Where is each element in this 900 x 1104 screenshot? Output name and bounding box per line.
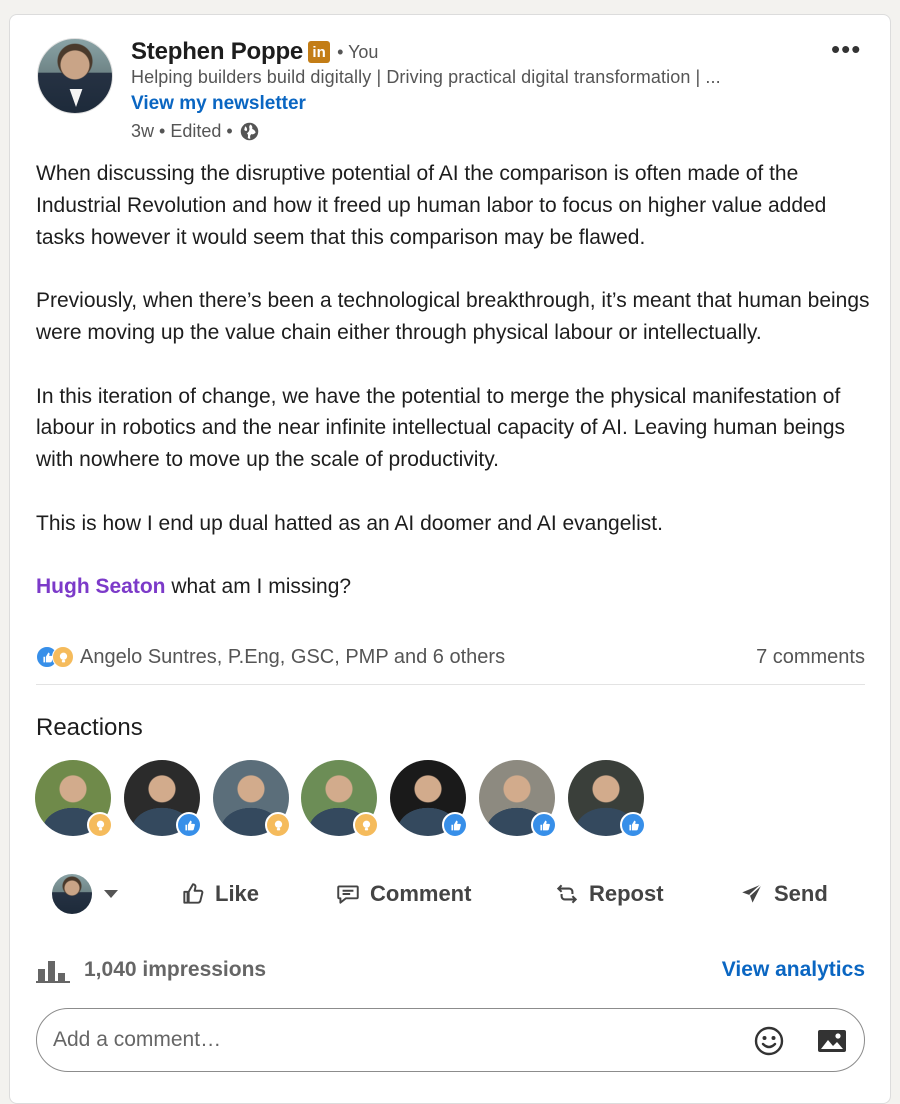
globe-icon <box>240 122 258 141</box>
post-paragraph: Previously, when there’s been a technolo… <box>36 289 870 344</box>
reactors-summary: Angelo Suntres, P.Eng, GSC, PMP and 6 ot… <box>80 645 506 668</box>
reactor-avatar[interactable] <box>213 760 291 838</box>
post-meta: 3w • Edited • <box>131 121 260 142</box>
more-options-icon[interactable]: ••• <box>831 34 861 65</box>
repost-button[interactable]: Repost <box>554 881 664 907</box>
like-button[interactable]: Like <box>180 881 259 907</box>
linkedin-premium-icon: in <box>308 41 331 63</box>
thumbs-up-icon <box>183 883 204 904</box>
view-analytics-link[interactable]: View analytics <box>722 958 865 982</box>
comment-input[interactable] <box>53 1028 693 1052</box>
reactor-avatar[interactable] <box>568 760 646 838</box>
bar-chart-icon <box>36 961 70 983</box>
post-paragraph: In this iteration of change, we have the… <box>36 384 846 472</box>
author-avatar[interactable] <box>37 38 113 114</box>
impressions-row: 1,040 impressions View analytics <box>36 954 865 986</box>
comment-box <box>36 1008 865 1072</box>
insightful-reaction-icon <box>353 812 379 838</box>
repost-icon <box>556 884 578 904</box>
impressions-link[interactable]: 1,040 impressions <box>36 957 266 983</box>
insightful-reaction-icon <box>265 812 291 838</box>
reactions-heading: Reactions <box>36 714 143 741</box>
reactor-avatar[interactable] <box>390 760 468 838</box>
send-label: Send <box>774 881 828 906</box>
like-reaction-icon <box>442 812 468 838</box>
insightful-reaction-icon <box>52 646 74 668</box>
author-name-row: Stephen Poppe in • You <box>131 37 378 67</box>
send-icon <box>742 883 763 903</box>
post-mention-line: Hugh Seaton what am I missing? <box>36 571 876 603</box>
view-newsletter-link[interactable]: View my newsletter <box>131 93 306 115</box>
comment-button[interactable]: Comment <box>335 881 471 907</box>
reactor-avatar[interactable] <box>301 760 379 838</box>
emoji-icon[interactable] <box>753 1025 785 1057</box>
mention-suffix: what am I missing? <box>165 575 352 599</box>
action-bar: Like Comment Repost Send <box>36 868 865 920</box>
author-name[interactable]: Stephen Poppe <box>131 38 303 66</box>
reactor-avatar[interactable] <box>124 760 202 838</box>
comment-label: Comment <box>370 881 472 906</box>
post-time-edited: 3w • Edited • <box>131 121 233 141</box>
insightful-reaction-icon <box>87 812 113 838</box>
post-body: When discussing the disruptive potential… <box>36 158 876 635</box>
reactor-avatar[interactable] <box>35 760 113 838</box>
like-reaction-icon <box>620 812 646 838</box>
mention-link[interactable]: Hugh Seaton <box>36 575 166 598</box>
chevron-down-icon <box>104 890 118 898</box>
actor-avatar <box>52 874 92 914</box>
divider <box>36 684 865 685</box>
post-paragraph: This is how I end up dual hatted as an A… <box>36 511 663 535</box>
actor-switcher[interactable] <box>36 874 136 914</box>
like-label: Like <box>215 881 260 906</box>
repost-label: Repost <box>589 881 664 906</box>
reactor-avatar[interactable] <box>479 760 557 838</box>
send-button[interactable]: Send <box>739 881 828 907</box>
reactions-count[interactable]: Angelo Suntres, P.Eng, GSC, PMP and 6 ot… <box>36 646 505 669</box>
comment-icon <box>337 885 359 904</box>
like-reaction-icon <box>531 812 557 838</box>
comments-count[interactable]: 7 comments <box>756 646 865 669</box>
author-headline: Helping builders build digitally | Drivi… <box>131 67 721 87</box>
relation-label: • You <box>337 41 379 62</box>
post-paragraph: When discussing the disruptive potential… <box>36 162 827 249</box>
like-reaction-icon <box>176 812 202 838</box>
impressions-count: 1,040 impressions <box>84 958 267 981</box>
image-icon[interactable] <box>816 1025 848 1057</box>
social-counts-bar: Angelo Suntres, P.Eng, GSC, PMP and 6 ot… <box>36 642 865 672</box>
reaction-icons <box>36 646 74 668</box>
